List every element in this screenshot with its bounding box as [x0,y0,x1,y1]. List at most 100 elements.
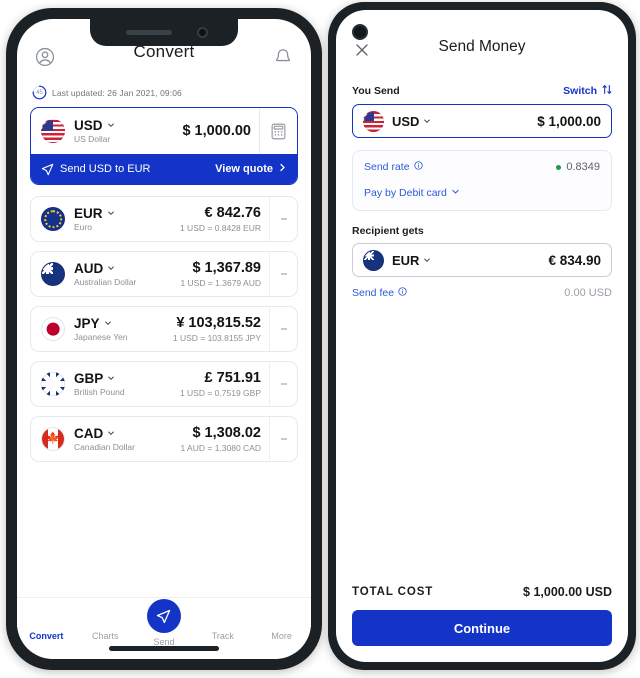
total-cost-value: $ 1,000.00 USD [523,585,612,599]
ca-flag: 🍁 [41,427,65,451]
currency-code-selector[interactable]: EUR [74,206,180,222]
currency-row-eur[interactable]: EUR Euro € 842.76 1 USD = 0.8428 EUR [30,196,298,242]
front-camera-icon [197,27,208,38]
you-send-label-row: You Send Switch [352,84,612,98]
currency-meta: AUD Australian Dollar [74,261,180,288]
chevron-down-icon [107,121,115,129]
left-phone-screen: Convert 45 Last updated: 26 Jan 2021, 09… [17,19,311,659]
chevron-down-icon [423,117,431,125]
currency-meta: CAD Canadian Dollar [74,426,180,453]
currency-name: Canadian Dollar [74,442,135,453]
base-currency-block: USD US Dollar $ 1,000.00 Send USD to EUR… [30,107,298,185]
currency-meta: EUR Euro [74,206,180,232]
base-currency-code[interactable]: USD [74,118,182,134]
currency-name: Australian Dollar [74,277,137,288]
bell-icon[interactable] [272,46,294,68]
tab-convert[interactable]: Convert [17,605,76,641]
currency-row-gbp[interactable]: GBP British Pound £ 751.91 1 USD = 0.7519 G… [30,361,298,407]
send-money-screen: Send Money You Send Switch USD $ 1,000.0… [336,10,628,662]
info-icon[interactable] [398,287,407,299]
recipient-amount[interactable]: € 834.90 [548,253,601,268]
currency-values: $ 1,367.89 1 USD = 1.3679 AUD [180,260,261,288]
account-circle-icon[interactable] [34,46,56,68]
pay-method-label: Pay by Debit card [364,187,447,199]
convert-screen: Convert 45 Last updated: 26 Jan 2021, 09… [17,19,311,659]
you-send-input[interactable]: USD $ 1,000.00 [352,104,612,138]
pay-method-row: Pay by Debit card [364,187,600,199]
currency-code: GBP [74,370,104,386]
chevron-down-icon [107,264,115,272]
currency-code-selector[interactable]: JPY [74,316,173,332]
more-options-icon[interactable] [269,416,297,462]
send-rate-link[interactable]: Send rate [364,161,423,173]
send-quote-banner[interactable]: Send USD to EUR View quote [31,154,297,184]
more-options-icon[interactable] [269,196,297,242]
tab-track[interactable]: Track [193,605,252,641]
you-send-currency-code: USD [392,113,420,129]
tab-label: Track [211,631,234,641]
base-currency-amount[interactable]: $ 1,000.00 [182,123,251,139]
status-dot-icon [556,164,562,170]
base-currency-code-text: USD [74,117,103,133]
view-quote-link[interactable]: View quote [215,163,287,175]
au-flag [41,262,65,286]
tab-label: Convert [29,631,64,641]
tab-charts[interactable]: Charts [76,605,135,641]
more-options-icon[interactable] [269,361,297,407]
currency-values: £ 751.91 1 USD = 0.7519 GBP [180,370,261,398]
currency-code-selector[interactable]: CAD [74,426,180,442]
more-options-icon[interactable] [269,306,297,352]
base-currency-meta: USD US Dollar [74,118,182,145]
base-currency-name: US Dollar [74,134,111,145]
currency-rate: 1 USD = 1.3679 AUD [180,278,261,288]
chevron-down-icon [107,374,115,382]
send-money-header: Send Money [352,10,612,84]
switch-button[interactable]: Switch [563,84,612,98]
you-send-currency-selector[interactable]: USD [392,114,537,129]
tab-label: More [271,631,292,641]
send-fee-row: Send fee 0.00 USD [352,287,612,299]
currency-code-selector[interactable]: GBP [74,371,180,387]
gb-flag [41,372,65,396]
calculator-icon[interactable] [259,108,297,154]
right-phone-screen: Send Money You Send Switch USD $ 1,000.0… [336,10,628,662]
tab-label: Charts [91,631,119,641]
currency-name: British Pound [74,387,125,398]
tab-send[interactable]: Send [135,599,194,647]
screenshot-root: Convert 45 Last updated: 26 Jan 2021, 09… [0,0,640,678]
send-quote-label: Send USD to EUR [60,163,151,175]
au-flag [363,249,384,271]
currency-row-jpy[interactable]: JPY Japanese Yen ¥ 103,815.52 1 USD = 103.8… [30,306,298,352]
total-cost-label: TOTAL COST [352,586,434,598]
currency-row-aud[interactable]: AUD Australian Dollar $ 1,367.89 1 USD = 1.… [30,251,298,297]
home-indicator [109,646,219,651]
currency-amount: ¥ 103,815.52 [176,315,261,331]
recipient-label: Recipient gets [352,225,424,237]
recipient-currency-selector[interactable]: EUR [392,253,548,268]
more-options-icon[interactable] [269,251,297,297]
switch-label: Switch [563,85,597,97]
recipient-input[interactable]: EUR € 834.90 [352,243,612,277]
currency-code-selector[interactable]: AUD [74,261,180,277]
currency-list: EUR Euro € 842.76 1 USD = 0.8428 EUR AUD Aust… [30,196,298,462]
currency-row-cad[interactable]: 🍁 CADCanadian Dollar $ 1,308.02 1 AUD = 1.3… [30,416,298,462]
you-send-amount[interactable]: $ 1,000.00 [537,114,601,129]
info-icon[interactable] [413,161,423,173]
close-icon[interactable] [354,42,370,58]
chevron-down-icon [107,209,115,217]
currency-name: Japanese Yen [74,332,128,343]
chevron-down-icon [423,256,431,264]
page-title: Send Money [438,38,526,55]
pay-method-selector[interactable]: Pay by Debit card [364,187,600,199]
eu-flag [41,207,65,231]
recipient-currency-code: EUR [392,252,420,268]
tab-more[interactable]: More [252,605,311,641]
continue-button[interactable]: Continue [352,610,612,646]
currency-code: EUR [74,205,103,221]
currency-rate: 1 USD = 0.8428 EUR [179,223,261,233]
send-fee-link[interactable]: Send fee [352,287,407,299]
currency-amount: $ 1,367.89 [192,260,261,276]
base-currency-row[interactable]: USD US Dollar $ 1,000.00 [31,108,297,154]
earpiece-speaker [126,30,172,35]
total-cost-row: TOTAL COST $ 1,000.00 USD [352,585,612,599]
